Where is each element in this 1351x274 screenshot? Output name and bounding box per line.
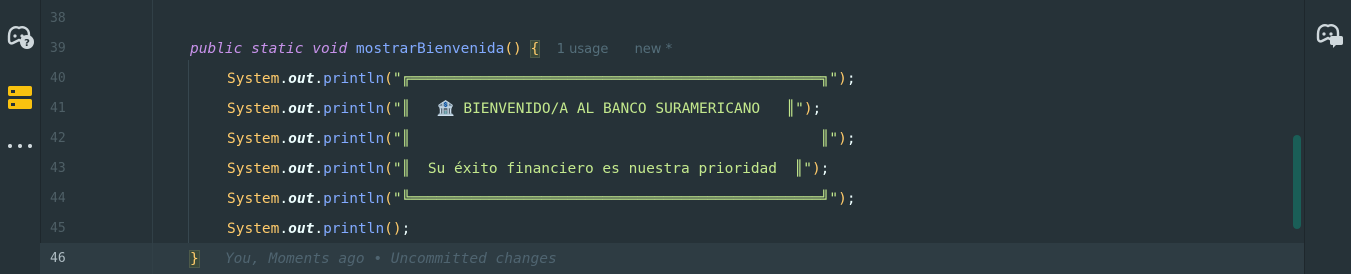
git-blame-annotation[interactable]: You, Moments ago • Uncommitted changes (225, 251, 557, 267)
keyword-void: void (312, 41, 348, 57)
code-line-close-brace[interactable]: } You, Moments ago • Uncommitted changes (189, 244, 557, 274)
code-line-println[interactable]: System.out.println("║ ║"); (227, 124, 856, 154)
field-out: out (288, 191, 315, 207)
string-literal: "╚══════════════════════════════════════… (392, 191, 839, 207)
vertical-scrollbar-thumb[interactable] (1293, 135, 1301, 229)
keyword-static: static (251, 41, 304, 57)
class-system: System (227, 131, 280, 147)
string-literal: "║ Su éxito financiero es nuestra priori… (392, 161, 812, 177)
code-line-println[interactable]: System.out.println("╔═══════════════════… (227, 64, 856, 94)
right-tool-bar (1304, 0, 1351, 274)
code-line-println-empty[interactable]: System.out.println(); (227, 214, 410, 244)
method-println: println (323, 131, 385, 147)
method-println: println (323, 221, 385, 237)
field-out: out (288, 131, 315, 147)
method-println: println (323, 191, 385, 207)
class-system: System (227, 161, 280, 177)
close-brace: } (189, 250, 200, 268)
method-println: println (323, 161, 385, 177)
keyword-public: public (190, 41, 243, 57)
copilot-chat-icon[interactable] (1314, 20, 1344, 52)
author-inlay-hint[interactable]: new * (635, 42, 673, 57)
code-line-method-declaration[interactable]: public static void mostrarBienvenida() {… (190, 34, 672, 64)
method-println: println (323, 71, 385, 87)
field-out: out (288, 71, 315, 87)
class-system: System (227, 101, 280, 117)
field-out: out (288, 221, 315, 237)
field-out: out (288, 101, 315, 117)
class-system: System (227, 191, 280, 207)
method-println: println (323, 101, 385, 117)
string-literal: "╔══════════════════════════════════════… (392, 71, 839, 87)
code-line-println[interactable]: System.out.println("║ 🏦 BIENVENIDO/A AL … (227, 94, 821, 124)
class-system: System (227, 71, 280, 87)
open-brace: { (529, 40, 541, 58)
code-line-println[interactable]: System.out.println("║ Su éxito financier… (227, 154, 829, 184)
code-line-println[interactable]: System.out.println("╚═══════════════════… (227, 184, 856, 214)
usage-inlay-hint[interactable]: 1 usage (557, 42, 609, 57)
code-editor[interactable]: public static void mostrarBienvenida() {… (0, 0, 1304, 274)
string-literal: "║ ║" (392, 131, 839, 147)
class-system: System (227, 221, 280, 237)
method-parens: () (504, 41, 522, 57)
field-out: out (288, 161, 315, 177)
string-literal: "║ 🏦 BIENVENIDO/A AL BANCO SURAMERICANO … (392, 101, 804, 117)
method-name: mostrarBienvenida (355, 41, 505, 57)
